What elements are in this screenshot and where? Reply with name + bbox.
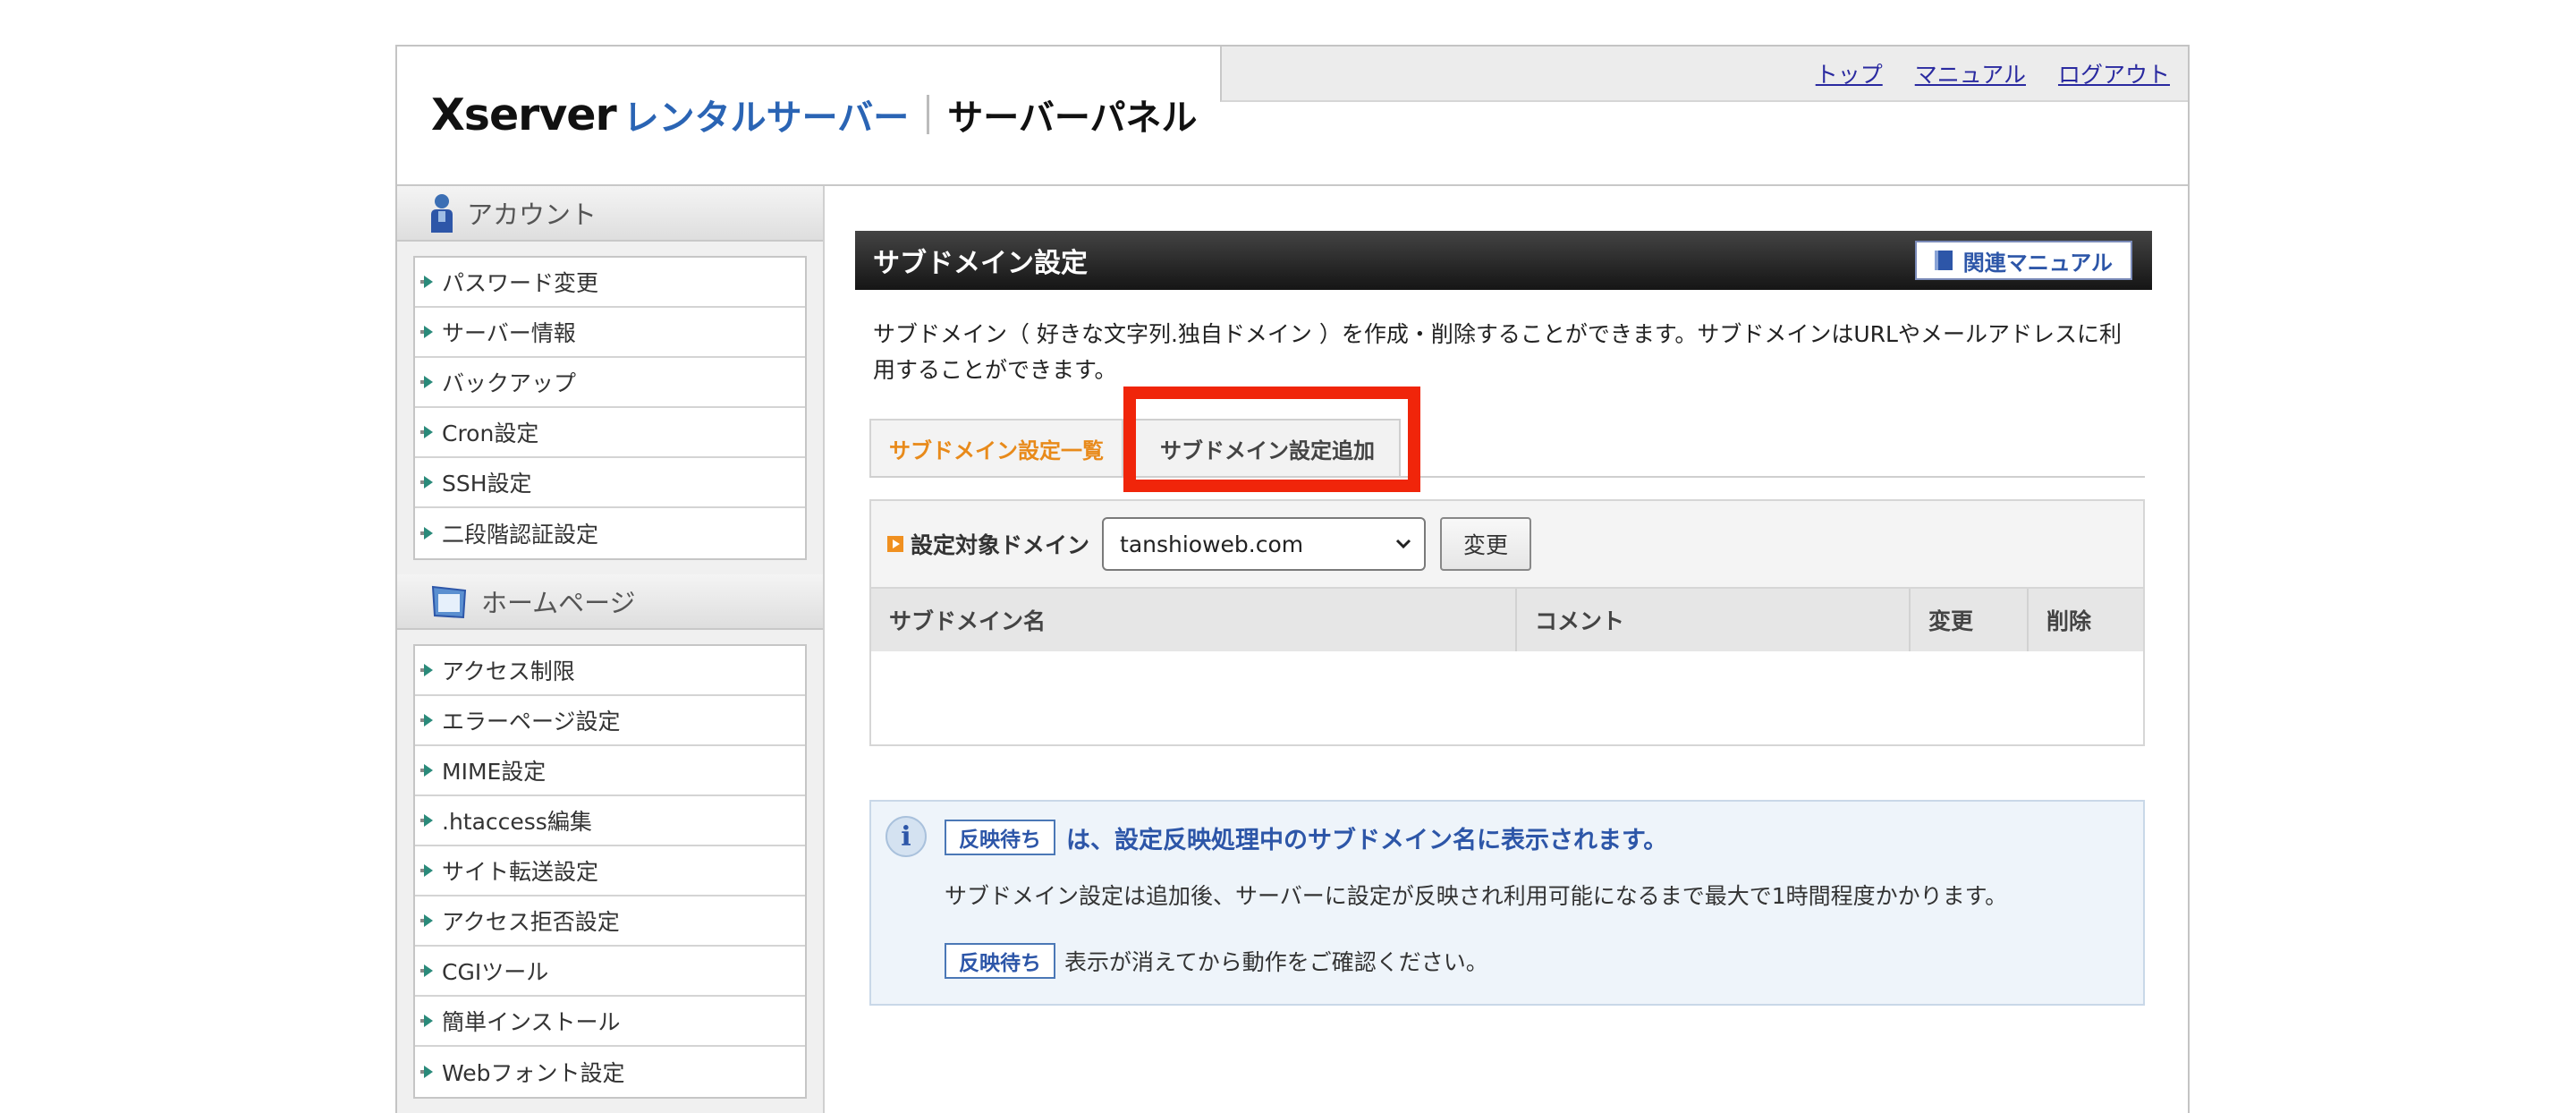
- page-description: サブドメイン（ 好きな文字列.独自ドメイン ）を作成・削除することができます。サ…: [873, 321, 2122, 383]
- info-headline-row: 反映待ち は、設定反映処理中のサブドメイン名に表示されます。: [945, 820, 1667, 855]
- sidebar-item-mime[interactable]: MIME設定: [415, 746, 805, 796]
- arrow-icon: [420, 276, 435, 288]
- sidebar-section-homepage: ホームページ: [397, 574, 823, 630]
- arrow-icon: [420, 814, 435, 827]
- server-panel-window: Xserver レンタルサーバー サーバーパネル トップ マニュアル ログアウト…: [395, 45, 2190, 1113]
- arrow-icon: [420, 1015, 435, 1027]
- arrow-icon: [420, 1066, 435, 1078]
- column-change: 変更: [1911, 589, 2029, 651]
- info-tail-row: 反映待ち 表示が消えてから動作をご確認ください。: [945, 943, 1488, 979]
- sidebar-item-label: 簡単インストール: [442, 1009, 621, 1035]
- brand-logo: Xserver: [431, 89, 617, 140]
- arrow-icon: [420, 664, 435, 676]
- sidebar-item-label: SSH設定: [442, 471, 532, 497]
- sidebar-item-cron[interactable]: Cron設定: [415, 408, 805, 458]
- sidebar-section-account: アカウント: [397, 186, 823, 242]
- sidebar-item-label: Cron設定: [442, 421, 539, 446]
- domain-select[interactable]: tanshioweb.com: [1102, 517, 1427, 571]
- arrow-icon: [420, 914, 435, 927]
- pending-badge: 反映待ち: [945, 820, 1055, 855]
- arrow-icon: [420, 714, 435, 726]
- sidebar-item-password[interactable]: パスワード変更: [415, 258, 805, 308]
- arrow-icon: [420, 864, 435, 877]
- sidebar-item-label: アクセス拒否設定: [442, 909, 620, 935]
- info-icon: i: [886, 816, 927, 857]
- sidebar-item-label: エラーページ設定: [442, 709, 621, 735]
- sidebar-item-label: .htaccess編集: [442, 809, 592, 835]
- sidebar-item-easy-install[interactable]: 簡単インストール: [415, 997, 805, 1047]
- sidebar: アカウント パスワード変更 サーバー情報 バックアップ Cron設定 SSH設定…: [397, 186, 825, 1113]
- book-icon: [1934, 251, 1953, 270]
- arrow-icon: [420, 376, 435, 388]
- info-tail: 表示が消えてから動作をご確認ください。: [1064, 949, 1488, 975]
- column-delete: 削除: [2046, 608, 2092, 634]
- sidebar-item-label: MIME設定: [442, 759, 547, 785]
- page-title-bar: サブドメイン設定 関連マニュアル: [855, 231, 2152, 290]
- sidebar-item-server-info[interactable]: サーバー情報: [415, 308, 805, 358]
- sidebar-item-site-redirect[interactable]: サイト転送設定: [415, 846, 805, 896]
- sidebar-item-label: 二段階認証設定: [442, 522, 599, 548]
- logout-link[interactable]: ログアウト: [2058, 57, 2170, 89]
- person-icon: [431, 194, 453, 233]
- webpage-icon: [431, 585, 467, 619]
- sidebar-item-access-restriction[interactable]: アクセス制限: [415, 646, 805, 696]
- play-icon: [887, 536, 903, 552]
- sidebar-section-title: ホームページ: [481, 588, 636, 618]
- top-links: トップ マニュアル ログアウト: [1816, 57, 2170, 89]
- arrow-icon: [420, 764, 435, 777]
- table-body: [871, 651, 2143, 744]
- logo-divider: [927, 95, 930, 134]
- logo[interactable]: Xserver レンタルサーバー サーバーパネル: [431, 89, 1198, 140]
- main-content: サブドメイン設定 関連マニュアル サブドメイン（ 好きな文字列.独自ドメイン ）…: [855, 231, 2152, 1006]
- related-manual-button[interactable]: 関連マニュアル: [1914, 241, 2132, 280]
- sidebar-list-homepage: アクセス制限 エラーページ設定 MIME設定 .htaccess編集 サイト転送…: [413, 644, 807, 1099]
- chevron-down-icon: [1395, 539, 1411, 549]
- sidebar-item-label: サイト転送設定: [442, 859, 599, 885]
- info-body: サブドメイン設定は追加後、サーバーに設定が反映され利用可能になるまで最大で1時間…: [945, 883, 2008, 909]
- brand-subtitle: レンタルサーバー: [623, 98, 910, 139]
- table-header: サブドメイン名 コメント 変更 削除: [871, 589, 2143, 653]
- sidebar-item-access-deny[interactable]: アクセス拒否設定: [415, 896, 805, 947]
- sidebar-item-label: Webフォント設定: [442, 1060, 625, 1086]
- manual-link[interactable]: マニュアル: [1915, 57, 2026, 89]
- sidebar-item-2fa[interactable]: 二段階認証設定: [415, 508, 805, 558]
- sidebar-item-error-page[interactable]: エラーページ設定: [415, 696, 805, 746]
- subdomain-table-panel: 設定対象ドメイン tanshioweb.com 変更 サブドメイン名 コメント …: [869, 499, 2145, 746]
- sidebar-item-htaccess[interactable]: .htaccess編集: [415, 796, 805, 846]
- pending-badge: 反映待ち: [945, 943, 1055, 979]
- sidebar-item-cgi-tools[interactable]: CGIツール: [415, 947, 805, 997]
- top-link[interactable]: トップ: [1816, 57, 1883, 89]
- related-manual-label: 関連マニュアル: [1962, 250, 2113, 276]
- header-link-bar: トップ マニュアル ログアウト: [1220, 47, 2188, 102]
- arrow-icon: [420, 426, 435, 438]
- domain-filter-label: 設定対象ドメイン: [911, 532, 1090, 558]
- sidebar-item-label: サーバー情報: [442, 320, 576, 346]
- column-comment: コメント: [1517, 589, 1911, 651]
- domain-select-value: tanshioweb.com: [1120, 531, 1304, 557]
- page-title: サブドメイン設定: [873, 248, 1088, 279]
- change-domain-button[interactable]: 変更: [1440, 517, 1532, 571]
- info-notice: i 反映待ち は、設定反映処理中のサブドメイン名に表示されます。 サブドメイン設…: [869, 800, 2145, 1006]
- sidebar-item-label: アクセス制限: [442, 658, 575, 684]
- arrow-icon: [420, 964, 435, 977]
- tab-subdomain-list[interactable]: サブドメイン設定一覧: [869, 419, 1123, 476]
- panel-title: サーバーパネル: [947, 98, 1198, 139]
- sidebar-item-ssh[interactable]: SSH設定: [415, 458, 805, 508]
- column-subdomain-name: サブドメイン名: [871, 589, 1517, 651]
- arrow-icon: [420, 527, 435, 540]
- domain-filter-row: 設定対象ドメイン tanshioweb.com 変更: [871, 501, 2143, 589]
- sidebar-item-label: CGIツール: [442, 959, 549, 985]
- arrow-icon: [420, 476, 435, 489]
- sidebar-item-label: バックアップ: [442, 370, 577, 396]
- sidebar-list-account: パスワード変更 サーバー情報 バックアップ Cron設定 SSH設定 二段階認証…: [413, 256, 807, 560]
- sidebar-section-title: アカウント: [467, 200, 597, 230]
- sidebar-item-backup[interactable]: バックアップ: [415, 358, 805, 408]
- tab-bar: サブドメイン設定一覧 サブドメイン設定追加: [869, 387, 2145, 492]
- header: Xserver レンタルサーバー サーバーパネル トップ マニュアル ログアウト: [397, 47, 2188, 186]
- sidebar-item-label: パスワード変更: [442, 270, 599, 296]
- sidebar-item-web-font[interactable]: Webフォント設定: [415, 1047, 805, 1097]
- info-headline: は、設定反映処理中のサブドメイン名に表示されます。: [1066, 826, 1668, 854]
- arrow-icon: [420, 326, 435, 338]
- highlight-box: [1123, 387, 1420, 492]
